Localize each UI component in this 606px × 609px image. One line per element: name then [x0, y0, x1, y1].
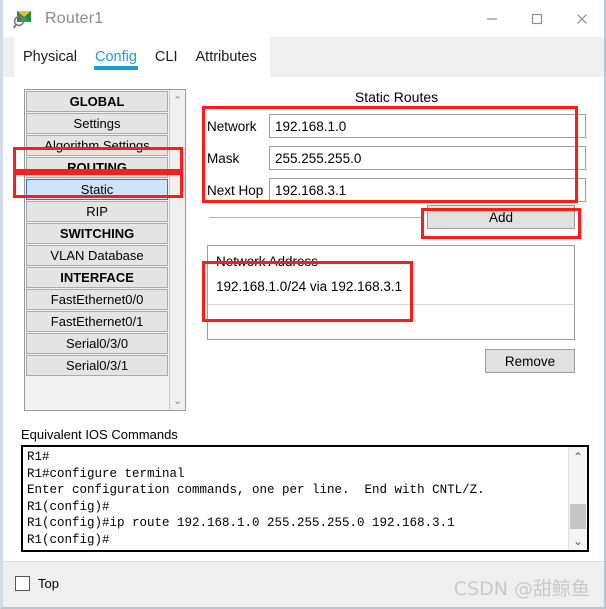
router-config-window: Router1 Physical Config CLI Attributes G…: [0, 0, 606, 609]
sidebar-item-label: VLAN Database: [50, 248, 144, 263]
sidebar-item-label: Serial0/3/1: [65, 358, 129, 373]
sidebar-item-label: SWITCHING: [59, 226, 135, 241]
next-hop-field-row: Next Hop: [207, 177, 586, 203]
config-sidebar: GLOBAL Settings Algorithm Settings ROUTI…: [24, 89, 186, 411]
sidebar-item-fastethernet0-1[interactable]: FastEthernet0/1: [26, 311, 169, 332]
panel-divider: [209, 217, 424, 218]
sidebar-item-label: INTERFACE: [60, 270, 134, 285]
top-checkbox[interactable]: [15, 576, 30, 591]
tab-cli-label: CLI: [154, 49, 178, 65]
tab-config-label: Config: [95, 49, 137, 65]
console-text: R1# R1#configure terminal Enter configur…: [27, 450, 485, 547]
router-icon: [12, 8, 35, 30]
chevron-down-icon[interactable]: ⌄: [170, 392, 185, 408]
add-button[interactable]: Add: [427, 205, 575, 229]
mask-field-row: Mask: [207, 145, 586, 171]
minimize-icon[interactable]: [469, 0, 514, 37]
sidebar-item-vlan-database[interactable]: VLAN Database: [26, 245, 169, 266]
sidebar-item-label: FastEthernet0/1: [50, 314, 144, 329]
network-label: Network: [207, 118, 257, 134]
tab-physical-label: Physical: [23, 49, 77, 65]
tab-config[interactable]: Config: [86, 37, 146, 77]
sidebar-item-routing[interactable]: ROUTING: [26, 157, 169, 178]
sidebar-item-interface[interactable]: INTERFACE: [26, 267, 169, 288]
close-icon[interactable]: [559, 0, 604, 37]
network-input[interactable]: [269, 114, 586, 138]
next-hop-input[interactable]: [269, 178, 586, 202]
sidebar-item-label: ROUTING: [67, 160, 128, 175]
panel-title: Static Routes: [354, 89, 439, 105]
sidebar-scrollbar[interactable]: ⌃ ⌄: [169, 90, 185, 410]
sidebar-item-label: FastEthernet0/0: [50, 292, 144, 307]
window-controls: [469, 0, 604, 37]
route-list-separator: [208, 304, 574, 305]
mask-input[interactable]: [269, 146, 586, 170]
top-checkbox-row[interactable]: Top: [15, 576, 59, 591]
tab-attributes[interactable]: Attributes: [187, 37, 266, 77]
next-hop-label: Next Hop: [207, 182, 264, 198]
maximize-icon[interactable]: [514, 0, 559, 37]
route-list-item[interactable]: 192.168.1.0/24 via 192.168.3.1: [208, 269, 574, 294]
tab-bar: Physical Config CLI Attributes: [3, 37, 604, 77]
console-label: Equivalent IOS Commands: [21, 427, 178, 442]
sidebar-item-switching[interactable]: SWITCHING: [26, 223, 169, 244]
title-bar: Router1: [3, 0, 604, 37]
sidebar-item-settings[interactable]: Settings: [26, 113, 169, 134]
window-title: Router1: [45, 9, 104, 27]
ios-commands-console[interactable]: R1# R1#configure terminal Enter configur…: [21, 445, 589, 552]
tab-cli[interactable]: CLI: [146, 37, 187, 77]
sidebar-item-label: Static: [80, 182, 114, 197]
sidebar-item-label: Settings: [73, 116, 121, 131]
sidebar-item-global[interactable]: GLOBAL: [26, 91, 169, 112]
sidebar-item-label: GLOBAL: [69, 94, 125, 109]
chevron-down-icon[interactable]: ⌄: [569, 532, 587, 549]
sidebar-item-algorithm-settings[interactable]: Algorithm Settings: [26, 135, 169, 156]
watermark: CSDN @甜鲸鱼: [453, 578, 590, 600]
config-sidebar-list: GLOBAL Settings Algorithm Settings ROUTI…: [25, 90, 169, 410]
sidebar-item-label: Serial0/3/0: [65, 336, 129, 351]
sidebar-item-serial0-3-0[interactable]: Serial0/3/0: [26, 333, 169, 354]
sidebar-item-fastethernet0-0[interactable]: FastEthernet0/0: [26, 289, 169, 310]
top-checkbox-label: Top: [38, 576, 59, 591]
chevron-up-icon[interactable]: ⌃: [569, 448, 587, 465]
route-list[interactable]: Network Address 192.168.1.0/24 via 192.1…: [207, 245, 575, 340]
sidebar-item-label: RIP: [86, 204, 108, 219]
bottom-bar: Top CSDN @甜鲸鱼: [3, 561, 604, 607]
route-list-header: Network Address: [216, 254, 319, 269]
tab-physical[interactable]: Physical: [14, 37, 86, 77]
remove-button[interactable]: Remove: [485, 349, 575, 373]
sidebar-item-static[interactable]: Static: [26, 179, 169, 200]
chevron-up-icon[interactable]: ⌃: [170, 92, 185, 108]
scrollbar-thumb[interactable]: [570, 504, 586, 529]
sidebar-item-serial0-3-1[interactable]: Serial0/3/1: [26, 355, 169, 376]
network-field-row: Network: [207, 113, 586, 139]
sidebar-item-label: Algorithm Settings: [44, 138, 150, 153]
mask-label: Mask: [207, 150, 240, 166]
tab-attributes-label: Attributes: [195, 49, 257, 65]
sidebar-item-rip[interactable]: RIP: [26, 201, 169, 222]
console-scrollbar[interactable]: ⌃ ⌄: [568, 447, 587, 550]
config-content: GLOBAL Settings Algorithm Settings ROUTI…: [3, 77, 604, 562]
